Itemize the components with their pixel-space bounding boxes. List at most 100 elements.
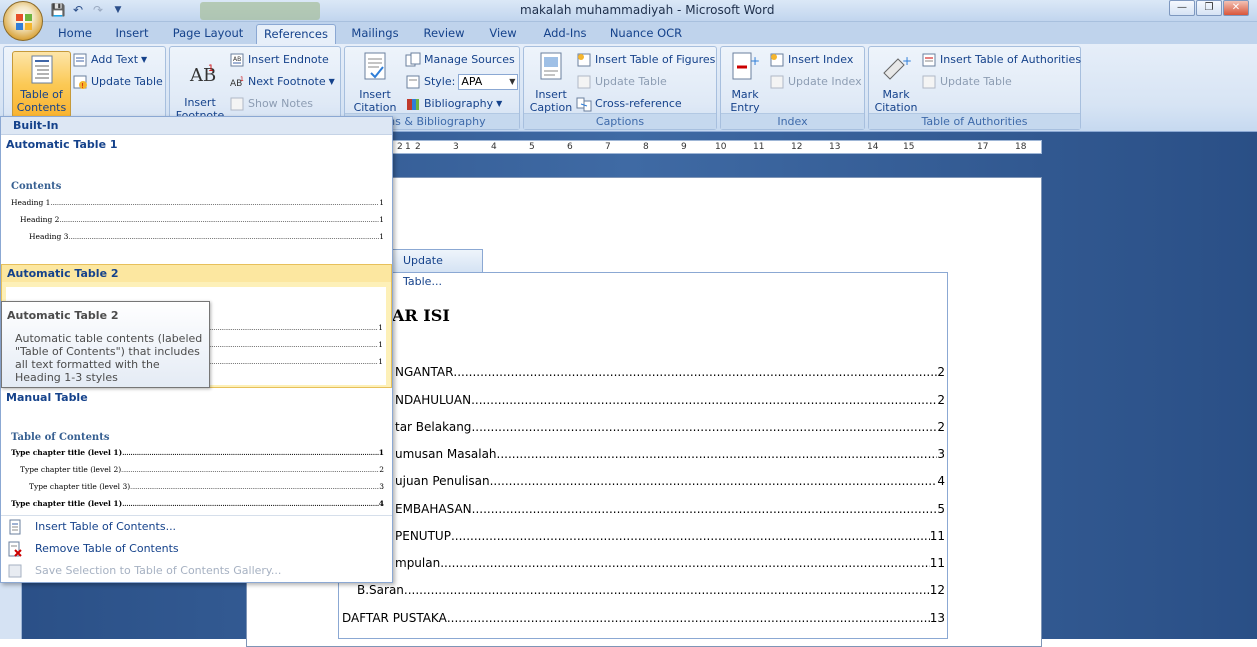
close-button[interactable]: ✕	[1223, 0, 1249, 16]
update-table-icon	[577, 75, 591, 89]
tab-insert[interactable]: Insert	[108, 24, 156, 44]
gallery-item-automatic-table-1[interactable]: Automatic Table 1 Contents Heading 1 1 He…	[1, 136, 392, 264]
insert-citation-button[interactable]: Insert Citation	[349, 51, 401, 114]
manage-sources-button[interactable]: Manage Sources	[405, 51, 515, 69]
add-text-button[interactable]: Add Text ▼	[72, 51, 147, 69]
bibliography-button[interactable]: Bibliography ▼	[405, 95, 502, 113]
tab-page-layout[interactable]: Page Layout	[166, 24, 250, 44]
preview-leader	[206, 342, 378, 349]
gallery-item-title: Automatic Table 2	[2, 265, 391, 282]
mark-citation-icon: +	[883, 54, 912, 80]
customize-qat-icon[interactable]: ▼	[110, 2, 126, 18]
insert-caption-button[interactable]: Insert Caption	[526, 51, 576, 114]
ruler-number: 15	[903, 142, 915, 152]
update-table-figures-button[interactable]: Update Table	[576, 73, 667, 91]
ruler-number: 17	[977, 142, 989, 152]
table-of-contents-label: Table of Contents	[16, 88, 67, 114]
window-title: makalah muhammadiyah - Microsoft Word	[520, 3, 775, 17]
preview-leader	[121, 467, 379, 474]
office-button[interactable]	[3, 1, 43, 41]
save-selection-to-gallery-menu-item[interactable]: Save Selection to Table of Contents Gall…	[1, 560, 392, 582]
next-footnote-button[interactable]: AB 1 Next Footnote ▼	[229, 73, 335, 91]
ruler-number: 18	[1015, 142, 1027, 152]
toc-leader	[447, 611, 930, 625]
toc-entry[interactable]: NGANTAR 2	[395, 365, 945, 381]
citation-icon	[364, 52, 386, 80]
document-toc-title: AR ISI	[392, 306, 450, 325]
style-dropdown[interactable]: APA ▼	[458, 74, 519, 90]
save-icon[interactable]: 💾	[50, 2, 66, 18]
toc-entry-page: 11	[929, 556, 945, 570]
redo-icon[interactable]: ↷	[90, 2, 106, 18]
toc-entry[interactable]: B.Saran 12	[357, 583, 945, 599]
toc-entry-page: 12	[929, 583, 945, 597]
gallery-item-manual-table[interactable]: Manual Table Table of Contents Type chap…	[1, 389, 392, 513]
remove-toc-icon	[8, 541, 22, 557]
tab-references[interactable]: References	[256, 24, 336, 44]
tab-review[interactable]: Review	[415, 24, 473, 44]
add-text-icon	[73, 53, 87, 67]
update-table-button[interactable]: ! Update Table	[72, 73, 163, 91]
ruler-number: 10	[715, 142, 727, 152]
undo-icon[interactable]: ↶	[70, 2, 86, 18]
insert-endnote-button[interactable]: AB Insert Endnote	[229, 51, 329, 69]
ribbon-tabs: Home Insert Page Layout References Maili…	[0, 22, 1257, 44]
cross-reference-label: Cross-reference	[595, 97, 682, 110]
tab-add-ins[interactable]: Add-Ins	[534, 24, 596, 44]
bibliography-label: Bibliography	[424, 97, 494, 110]
preview-line: Type chapter title (level 2) 2	[20, 465, 384, 475]
insert-table-of-contents-menu-item[interactable]: Insert Table of Contents...	[1, 516, 392, 538]
ruler-number: 4	[491, 142, 497, 152]
tab-mailings[interactable]: Mailings	[345, 24, 405, 44]
update-table-authorities-button[interactable]: Update Table	[921, 73, 1012, 91]
table-of-contents-button[interactable]: Table of Contents	[12, 51, 71, 118]
gallery-item-title: Automatic Table 1	[6, 138, 118, 151]
preview-line: Type chapter title (level 3) 3	[29, 482, 384, 492]
show-notes-button[interactable]: Show Notes	[229, 95, 313, 113]
restore-button[interactable]: ❐	[1196, 0, 1222, 16]
toc-entry-label: ujuan Penulisan	[395, 474, 490, 488]
toc-entry[interactable]: NDAHULUAN 2	[395, 393, 945, 409]
update-table-content-control-button[interactable]: Update Table...	[388, 249, 483, 288]
update-index-button[interactable]: Update Index	[769, 73, 862, 91]
preview-line: 1	[206, 340, 383, 350]
toc-entry[interactable]: ujuan Penulisan 4	[395, 474, 945, 490]
insert-index-label: Insert Index	[788, 53, 854, 66]
insert-index-button[interactable]: Insert Index	[769, 51, 853, 69]
cross-reference-button[interactable]: Cross-reference	[576, 95, 682, 113]
ruler-number: 9	[681, 142, 687, 152]
chevron-down-icon: ▼	[141, 55, 148, 64]
toc-entry-label: mpulan	[395, 556, 441, 570]
tab-home[interactable]: Home	[52, 24, 98, 44]
gallery-item-title: Manual Table	[6, 391, 88, 404]
toc-leader	[472, 502, 938, 516]
tab-nuance-ocr[interactable]: Nuance OCR	[604, 24, 688, 44]
index-group: + Mark Entry Insert Index Update Index I…	[720, 46, 865, 130]
remove-table-of-contents-menu-item[interactable]: Remove Table of Contents	[1, 538, 392, 560]
toc-entry-page: 13	[929, 611, 945, 625]
insert-table-of-authorities-button[interactable]: Insert Table of Authorities	[921, 51, 1081, 69]
insert-footnote-button[interactable]: AB1 Insert Footnote	[174, 59, 226, 122]
tab-view[interactable]: View	[482, 24, 524, 44]
toc-entry[interactable]: mpulan 11	[395, 556, 945, 572]
toc-entry[interactable]: EMBAHASAN 5	[395, 502, 945, 518]
preview-leader	[206, 359, 378, 366]
mark-citation-button[interactable]: + Mark Citation	[871, 51, 921, 114]
style-label: Style:	[424, 75, 456, 88]
ruler-number: 8	[643, 142, 649, 152]
preview-line-label: Type chapter title (level 3)	[29, 482, 131, 491]
preview-line-label: Type chapter title (level 1)	[11, 499, 123, 508]
toc-entry[interactable]: PENUTUP 11	[395, 529, 945, 545]
toc-entry[interactable]: umusan Masalah 3	[395, 447, 945, 463]
quick-access-toolbar: 💾 ↶ ↷ ▼	[50, 2, 126, 18]
horizontal-ruler: 2 1 2 3 4 5 6 7 8 9 10 11 12 13 14 15 17…	[392, 140, 1042, 154]
preview-line-page: 4	[378, 499, 384, 508]
toc-entry[interactable]: DAFTAR PUSTAKA 13	[342, 611, 945, 627]
preview-leader	[50, 200, 379, 207]
mark-entry-button[interactable]: + Mark Entry	[723, 51, 767, 114]
bibliography-icon	[407, 99, 419, 110]
minimize-button[interactable]: —	[1169, 0, 1195, 16]
update-index-icon	[770, 75, 784, 89]
insert-table-of-figures-button[interactable]: Insert Table of Figures	[576, 51, 715, 69]
toc-entry[interactable]: tar Belakang 2	[395, 420, 945, 436]
